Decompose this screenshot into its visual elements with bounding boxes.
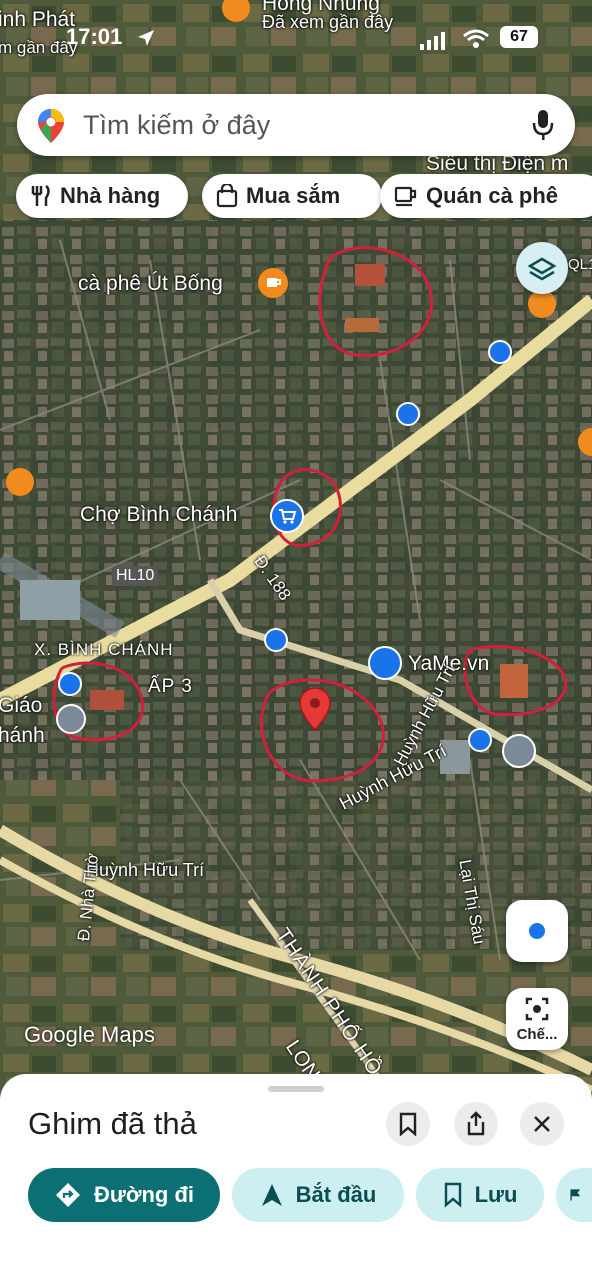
wifi-icon: [463, 29, 489, 48]
save-label: Lưu: [474, 1182, 518, 1207]
chip-coffee[interactable]: Quán cà phê: [380, 174, 592, 218]
street-view-button[interactable]: Chế...: [506, 988, 568, 1050]
location-arrow-icon: [138, 30, 154, 46]
shopping-bag-icon: [216, 184, 238, 208]
sheet-title: Ghim đã thả: [28, 1106, 197, 1141]
building-roof: [345, 318, 379, 332]
flag-icon: [570, 1189, 580, 1201]
road-label-hl10: HL10: [112, 566, 159, 586]
shopping-cart-poi-icon[interactable]: [270, 499, 304, 533]
layers-icon: [527, 257, 557, 281]
map-label-chanh[interactable]: hánh: [0, 724, 45, 748]
bookmark-icon: [444, 1182, 461, 1208]
cafe-poi-icon[interactable]: [6, 468, 34, 496]
map-label-cho-binh-chanh[interactable]: Chợ Bình Chánh: [80, 503, 237, 527]
action-buttons: Đường đi Bắt đầu Lưu: [0, 1168, 592, 1222]
start-label: Bắt đầu: [295, 1182, 377, 1207]
area-label-ap3: ẤP 3: [148, 676, 193, 697]
battery-indicator: 67: [500, 26, 538, 48]
share-icon: [467, 1111, 485, 1136]
start-button[interactable]: Bắt đầu: [232, 1168, 404, 1222]
chip-label: Nhà hàng: [60, 183, 161, 208]
restaurant-poi-icon[interactable]: [528, 290, 556, 318]
road-label-ql1a: QL1A: [568, 256, 592, 273]
google-maps-watermark: Google Maps: [24, 1022, 155, 1047]
shopping-bag-poi-icon[interactable]: [368, 646, 402, 680]
cafe-poi-icon[interactable]: [258, 268, 288, 298]
bus-stop-icon[interactable]: [396, 402, 420, 426]
cellular-signal-icon: [420, 32, 445, 50]
coffee-cup-icon: [394, 186, 417, 207]
bus-stop-icon[interactable]: [488, 340, 512, 364]
google-maps-logo-icon: [38, 109, 64, 143]
directions-icon: [56, 1183, 80, 1207]
building-roof: [90, 690, 124, 710]
building-roof: [500, 664, 528, 698]
school-poi-icon[interactable]: [502, 734, 536, 768]
location-dot-icon: [529, 923, 545, 939]
search-input[interactable]: Tìm kiếm ở đây: [83, 110, 270, 141]
close-icon: [534, 1116, 550, 1132]
navigation-arrow-icon: [261, 1184, 282, 1206]
save-icon-button[interactable]: [386, 1102, 430, 1146]
chip-restaurants[interactable]: Nhà hàng: [16, 174, 188, 218]
chip-label: Quán cà phê: [426, 183, 559, 208]
street-view-icon: [525, 997, 549, 1021]
status-time: 17:01: [66, 24, 123, 49]
building-roof: [20, 580, 80, 620]
directions-button[interactable]: Đường đi: [28, 1168, 220, 1222]
bus-stop-icon[interactable]: [468, 728, 492, 752]
bus-stop-icon[interactable]: [58, 672, 82, 696]
close-button[interactable]: [520, 1102, 564, 1146]
my-location-button[interactable]: [506, 900, 568, 962]
church-poi-icon[interactable]: [56, 704, 86, 734]
directions-label: Đường đi: [94, 1182, 194, 1207]
chip-label: Mua sắm: [246, 183, 341, 208]
chip-shopping[interactable]: Mua sắm: [202, 174, 382, 218]
layers-button[interactable]: [516, 242, 568, 294]
area-label-x-binh-chanh: X. BÌNH CHÁNH: [34, 640, 174, 659]
search-bar[interactable]: Tìm kiếm ở đây: [17, 94, 575, 156]
map-label-cafe-ut-bong[interactable]: cà phê Út Bống: [78, 272, 223, 296]
share-button[interactable]: [454, 1102, 498, 1146]
bus-stop-icon[interactable]: [264, 628, 288, 652]
more-action-button[interactable]: [556, 1168, 592, 1222]
bookmark-icon: [399, 1112, 417, 1136]
dropped-pin-icon[interactable]: [298, 686, 332, 734]
building-roof: [355, 264, 385, 286]
status-bar: 17:01 67: [0, 22, 592, 58]
bottom-sheet: Ghim đã thả Đường đi Bắt đầu Lưu: [0, 1074, 592, 1280]
save-button[interactable]: Lưu: [416, 1168, 544, 1222]
microphone-icon[interactable]: [531, 108, 555, 142]
street-view-label: Chế...: [516, 1026, 558, 1043]
sheet-grabber[interactable]: [268, 1086, 324, 1092]
road-label-huynh-huu-tri-3: Huỳnh Hữu Trí: [86, 860, 205, 880]
map-label-giao[interactable]: Giáo: [0, 694, 42, 718]
utensils-icon: [31, 185, 50, 206]
